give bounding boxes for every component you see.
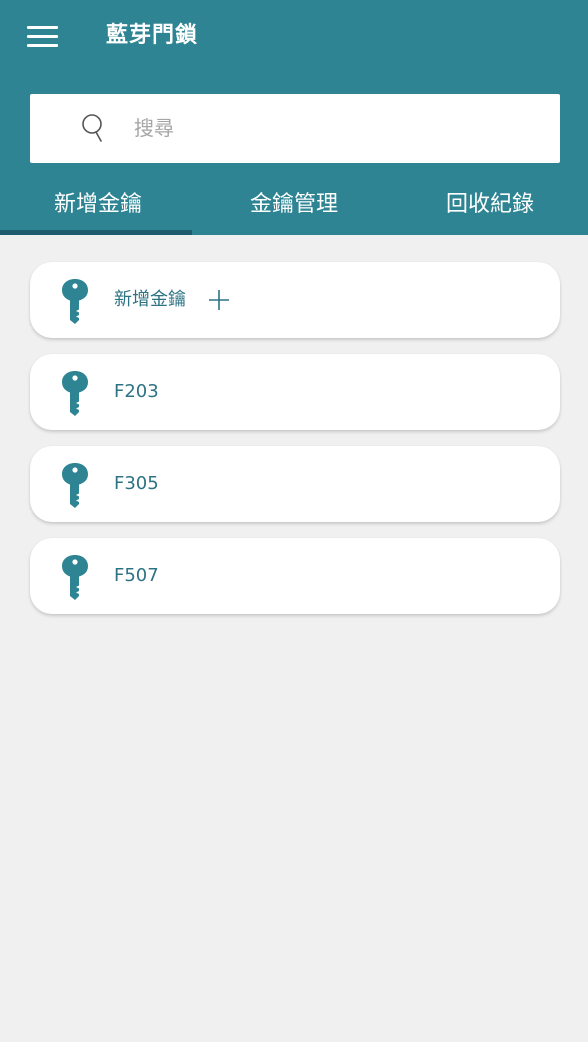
search-bar[interactable] [30, 94, 560, 163]
list-item[interactable]: F305 [30, 446, 560, 522]
search-icon [82, 114, 102, 142]
tab-indicator [0, 230, 192, 235]
search-input[interactable] [134, 108, 544, 148]
key-icon [62, 371, 88, 416]
list-item[interactable]: F203 [30, 354, 560, 430]
tab-bar: 新增金鑰 金鑰管理 回收紀錄 [0, 176, 588, 235]
list-item-label: 新增金鑰 [114, 289, 186, 310]
tab-key-management[interactable]: 金鑰管理 [196, 176, 392, 235]
menu-icon[interactable] [27, 24, 59, 48]
list-item-label: F507 [114, 565, 159, 586]
list-item-label: F305 [114, 473, 159, 494]
plus-icon [209, 290, 229, 310]
key-icon [62, 555, 88, 600]
list-item-label: F203 [114, 381, 159, 402]
key-icon [62, 463, 88, 508]
app-bar: 藍芽門鎖 新增金鑰 金鑰管理 回收紀錄 [0, 0, 588, 235]
list-item[interactable]: F507 [30, 538, 560, 614]
tab-recycle-records[interactable]: 回收紀錄 [392, 176, 588, 235]
add-key-item[interactable]: 新增金鑰 [30, 262, 560, 338]
tab-add-key[interactable]: 新增金鑰 [0, 176, 196, 235]
page-title: 藍芽門鎖 [106, 23, 199, 48]
key-icon [62, 279, 88, 324]
